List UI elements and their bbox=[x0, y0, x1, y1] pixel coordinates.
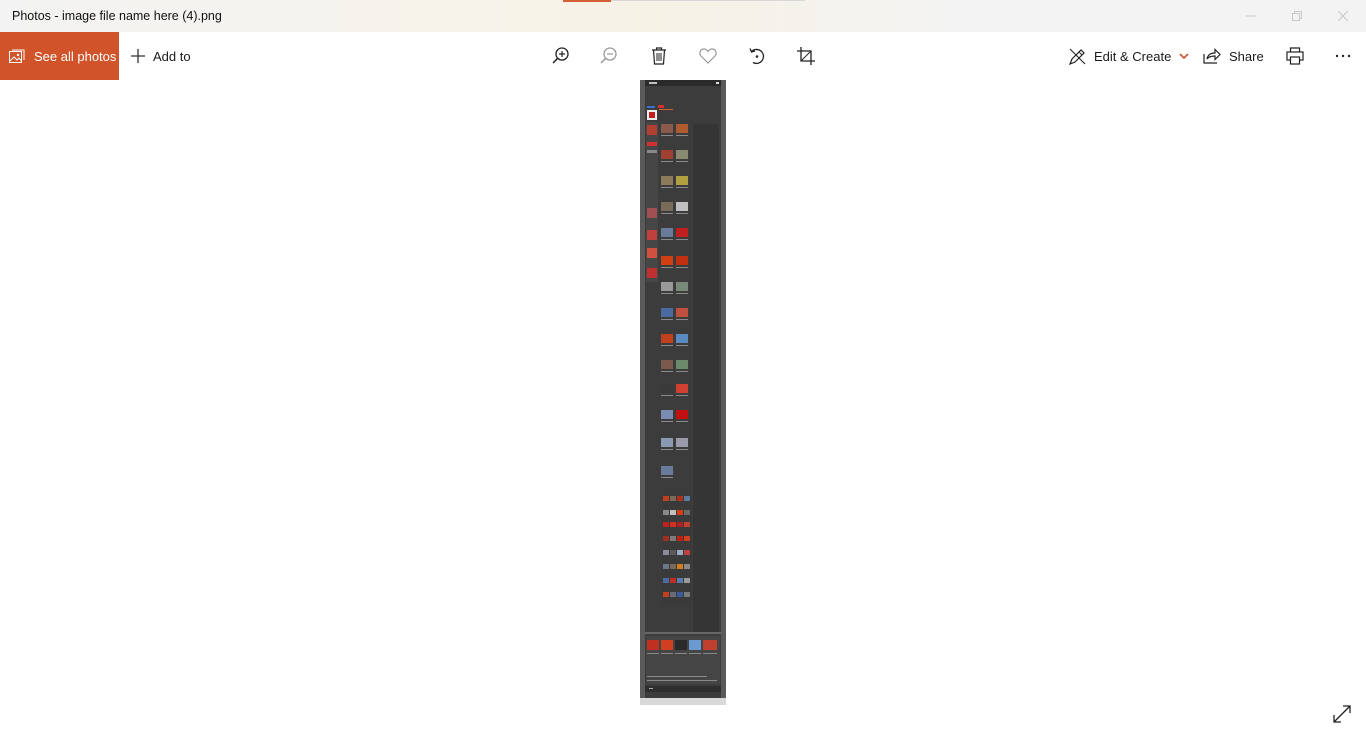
photo-thumbnail-content bbox=[640, 80, 726, 698]
plus-icon bbox=[131, 49, 145, 63]
crop-button[interactable] bbox=[794, 44, 818, 68]
zoom-out-icon bbox=[600, 47, 617, 64]
delete-icon bbox=[652, 47, 666, 65]
edit-create-button[interactable]: Edit & Create bbox=[1069, 32, 1189, 80]
title-accent-track bbox=[611, 0, 805, 1]
favorite-button[interactable] bbox=[696, 44, 720, 68]
image-viewer[interactable] bbox=[0, 80, 1366, 737]
zoom-out-button[interactable] bbox=[597, 44, 621, 68]
zoom-in-button[interactable] bbox=[549, 44, 573, 68]
share-label: Share bbox=[1229, 48, 1264, 64]
minimize-button[interactable] bbox=[1228, 0, 1274, 32]
more-options-button[interactable] bbox=[1331, 44, 1355, 68]
print-button[interactable] bbox=[1283, 44, 1307, 68]
edit-create-icon bbox=[1069, 48, 1086, 65]
photo-bottom-edge bbox=[640, 698, 726, 705]
toolbar: See all photos Add to Edit & Create Shar… bbox=[0, 32, 1366, 80]
chevron-down-icon bbox=[1179, 53, 1189, 59]
see-all-photos-button[interactable]: See all photos bbox=[0, 32, 119, 80]
rotate-button[interactable] bbox=[745, 44, 769, 68]
crop-icon bbox=[797, 47, 815, 65]
minimize-icon bbox=[1246, 15, 1256, 17]
expand-icon bbox=[1333, 705, 1351, 723]
rotate-icon bbox=[749, 48, 765, 65]
favorite-icon bbox=[699, 48, 717, 64]
zoom-in-icon bbox=[552, 47, 569, 64]
full-screen-button[interactable] bbox=[1330, 702, 1354, 726]
photos-app-window: Photos - image file name here (4).png Se… bbox=[0, 0, 1366, 737]
add-to-label: Add to bbox=[153, 48, 191, 64]
title-bar: Photos - image file name here (4).png bbox=[0, 0, 1366, 32]
window-title: Photos - image file name here (4).png bbox=[12, 9, 222, 23]
more-icon bbox=[1335, 54, 1351, 58]
share-button[interactable]: Share bbox=[1203, 32, 1264, 80]
see-all-photos-label: See all photos bbox=[34, 48, 117, 64]
share-icon bbox=[1203, 48, 1221, 64]
maximize-button[interactable] bbox=[1274, 0, 1320, 32]
delete-button[interactable] bbox=[647, 44, 671, 68]
print-icon bbox=[1286, 47, 1304, 65]
displayed-photo[interactable] bbox=[640, 80, 726, 698]
title-accent-bar bbox=[563, 0, 611, 2]
photos-icon bbox=[9, 49, 25, 63]
add-to-button[interactable]: Add to bbox=[130, 32, 191, 80]
edit-create-label: Edit & Create bbox=[1094, 48, 1172, 64]
close-button[interactable] bbox=[1320, 0, 1366, 32]
restore-icon bbox=[1292, 11, 1302, 21]
close-icon bbox=[1338, 11, 1348, 21]
